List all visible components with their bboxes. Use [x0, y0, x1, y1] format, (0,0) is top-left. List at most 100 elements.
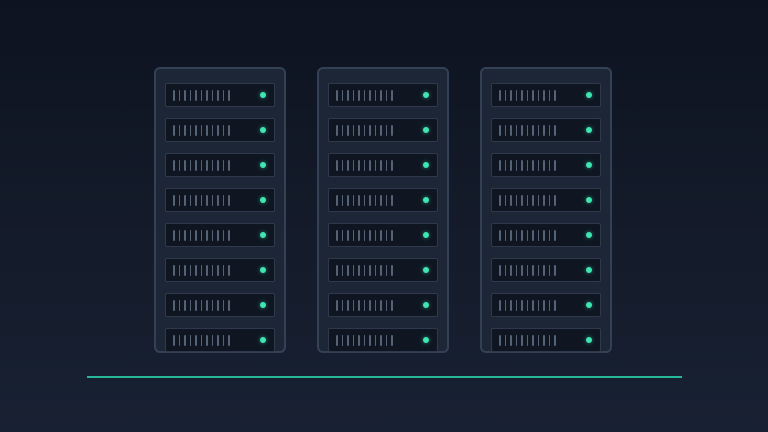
vent-slot: [380, 265, 382, 276]
vent-slot: [499, 160, 501, 171]
vent-slot: [341, 230, 343, 241]
status-led-icon: [423, 127, 429, 133]
server-unit: [165, 328, 275, 352]
vent-slot: [195, 125, 197, 136]
status-led-icon: [423, 267, 429, 273]
vent-slot: [211, 125, 213, 136]
vent-grille: [173, 90, 230, 101]
status-led-icon: [423, 197, 429, 203]
vent-slot: [211, 195, 213, 206]
vent-slot: [173, 335, 175, 346]
vent-slot: [184, 300, 186, 311]
server-unit: [165, 293, 275, 317]
vent-slot: [222, 125, 224, 136]
status-led-icon: [423, 92, 429, 98]
vent-slot: [532, 335, 534, 346]
vent-slot: [217, 230, 219, 241]
vent-slot: [347, 265, 349, 276]
vent-slot: [195, 90, 197, 101]
server-unit: [328, 328, 438, 352]
server-unit: [328, 293, 438, 317]
vent-slot: [543, 300, 545, 311]
vent-grille: [499, 160, 556, 171]
vent-grille: [499, 230, 556, 241]
vent-slot: [211, 265, 213, 276]
vent-slot: [543, 230, 545, 241]
vent-slot: [200, 160, 202, 171]
vent-slot: [526, 195, 528, 206]
vent-slot: [532, 265, 534, 276]
vent-slot: [184, 335, 186, 346]
vent-slot: [173, 300, 175, 311]
vent-slot: [554, 125, 556, 136]
vent-slot: [336, 90, 338, 101]
vent-slot: [358, 90, 360, 101]
server-unit: [491, 293, 601, 317]
vent-slot: [515, 90, 517, 101]
vent-slot: [211, 230, 213, 241]
vent-slot: [532, 125, 534, 136]
status-led-icon: [586, 197, 592, 203]
vent-slot: [504, 230, 506, 241]
server-unit: [328, 118, 438, 142]
vent-slot: [554, 265, 556, 276]
vent-slot: [206, 300, 208, 311]
vent-slot: [521, 160, 523, 171]
vent-slot: [548, 125, 550, 136]
vent-slot: [499, 195, 501, 206]
vent-slot: [358, 230, 360, 241]
vent-slot: [385, 125, 387, 136]
vent-slot: [374, 230, 376, 241]
vent-slot: [380, 335, 382, 346]
status-led-icon: [586, 232, 592, 238]
vent-slot: [548, 300, 550, 311]
vent-slot: [336, 265, 338, 276]
vent-slot: [521, 230, 523, 241]
vent-slot: [178, 160, 180, 171]
vent-slot: [532, 160, 534, 171]
vent-grille: [173, 230, 230, 241]
vent-slot: [222, 265, 224, 276]
vent-slot: [206, 90, 208, 101]
status-led-icon: [423, 232, 429, 238]
vent-slot: [222, 160, 224, 171]
server-unit: [491, 223, 601, 247]
vent-slot: [369, 230, 371, 241]
vent-slot: [504, 265, 506, 276]
vent-slot: [184, 125, 186, 136]
vent-slot: [189, 265, 191, 276]
vent-slot: [548, 90, 550, 101]
vent-slot: [228, 160, 230, 171]
vent-slot: [222, 230, 224, 241]
vent-slot: [352, 300, 354, 311]
vent-slot: [222, 90, 224, 101]
vent-slot: [211, 335, 213, 346]
vent-slot: [532, 300, 534, 311]
vent-slot: [369, 265, 371, 276]
vent-slot: [173, 230, 175, 241]
vent-slot: [380, 195, 382, 206]
vent-slot: [510, 300, 512, 311]
vent-slot: [341, 160, 343, 171]
vent-slot: [217, 160, 219, 171]
vent-slot: [211, 160, 213, 171]
vent-grille: [173, 335, 230, 346]
server-unit: [165, 188, 275, 212]
vent-grille: [336, 230, 393, 241]
vent-slot: [515, 195, 517, 206]
vent-slot: [391, 265, 393, 276]
vent-slot: [178, 230, 180, 241]
vent-slot: [363, 160, 365, 171]
vent-slot: [228, 90, 230, 101]
vent-slot: [510, 125, 512, 136]
vent-grille: [336, 335, 393, 346]
vent-slot: [363, 195, 365, 206]
vent-slot: [222, 195, 224, 206]
vent-slot: [510, 265, 512, 276]
vent-slot: [206, 335, 208, 346]
vent-slot: [374, 195, 376, 206]
status-led-icon: [260, 127, 266, 133]
vent-slot: [515, 300, 517, 311]
vent-slot: [504, 335, 506, 346]
vent-slot: [352, 335, 354, 346]
